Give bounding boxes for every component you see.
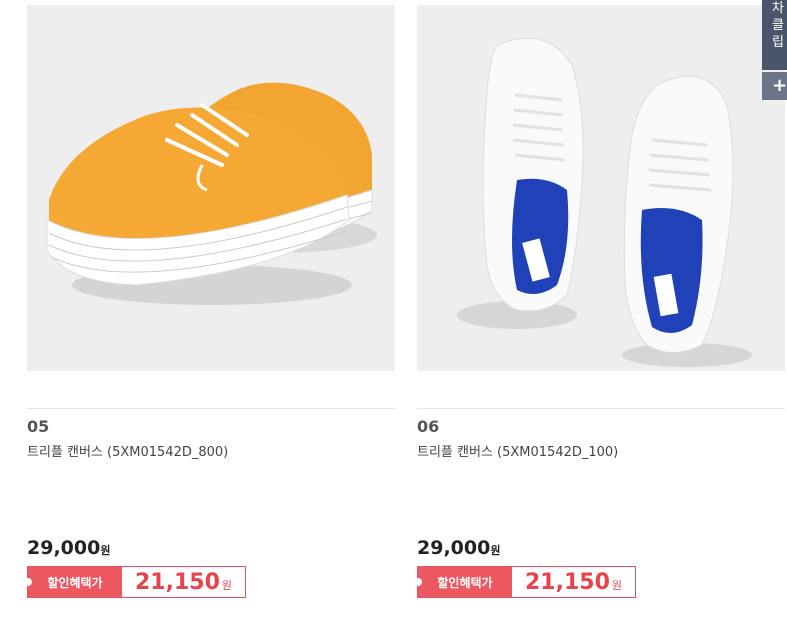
price-value: 29,000 bbox=[27, 537, 101, 559]
divider bbox=[417, 408, 785, 409]
product-name[interactable]: 트리플 캔버스 (5XM01542D_100) bbox=[417, 441, 618, 460]
sale-dot-icon bbox=[24, 578, 32, 586]
product-image[interactable] bbox=[27, 5, 395, 371]
price-value: 29,000 bbox=[417, 537, 491, 559]
sale-label: 할인혜택가 bbox=[47, 575, 103, 590]
price-unit: 원 bbox=[100, 544, 111, 557]
sale-price-box: 할인혜택가 21,150 원 bbox=[414, 566, 636, 598]
price-unit: 원 bbox=[490, 544, 501, 557]
product-number: 06 bbox=[417, 417, 440, 436]
side-quick-panel[interactable]: 차 클 립 bbox=[762, 0, 787, 70]
sale-price-value: 21,150 bbox=[524, 569, 610, 595]
product-card[interactable]: 06 트리플 캔버스 (5XM01542D_100) 29,000원 할인혜택가… bbox=[414, 5, 785, 598]
sale-price-value: 21,150 bbox=[134, 569, 220, 595]
sale-label: 할인혜택가 bbox=[437, 575, 493, 590]
product-image[interactable] bbox=[417, 5, 785, 371]
sale-label-badge: 할인혜택가 bbox=[414, 567, 512, 597]
original-price: 29,000원 bbox=[417, 537, 500, 559]
sale-label-badge: 할인혜택가 bbox=[24, 567, 122, 597]
side-panel-line: 클 bbox=[772, 18, 784, 33]
white-sneakers-icon bbox=[457, 37, 752, 367]
product-card[interactable]: 05 트리플 캔버스 (5XM01542D_800) 29,000원 할인혜택가… bbox=[24, 5, 395, 598]
sale-price-unit: 원 bbox=[221, 579, 233, 592]
original-price: 29,000원 bbox=[27, 537, 110, 559]
sale-price: 21,150 원 bbox=[122, 567, 245, 597]
side-panel-line: 립 bbox=[772, 35, 784, 50]
sale-price-unit: 원 bbox=[611, 579, 623, 592]
sale-dot-icon bbox=[414, 578, 422, 586]
side-panel-line: 차 bbox=[772, 1, 784, 16]
sale-price: 21,150 원 bbox=[512, 567, 635, 597]
product-name[interactable]: 트리플 캔버스 (5XM01542D_800) bbox=[27, 441, 228, 460]
product-number: 05 bbox=[27, 417, 50, 436]
sale-price-box: 할인혜택가 21,150 원 bbox=[24, 566, 246, 598]
divider bbox=[27, 408, 395, 409]
orange-sneakers-icon bbox=[46, 82, 377, 305]
plus-button[interactable]: + bbox=[762, 72, 787, 100]
